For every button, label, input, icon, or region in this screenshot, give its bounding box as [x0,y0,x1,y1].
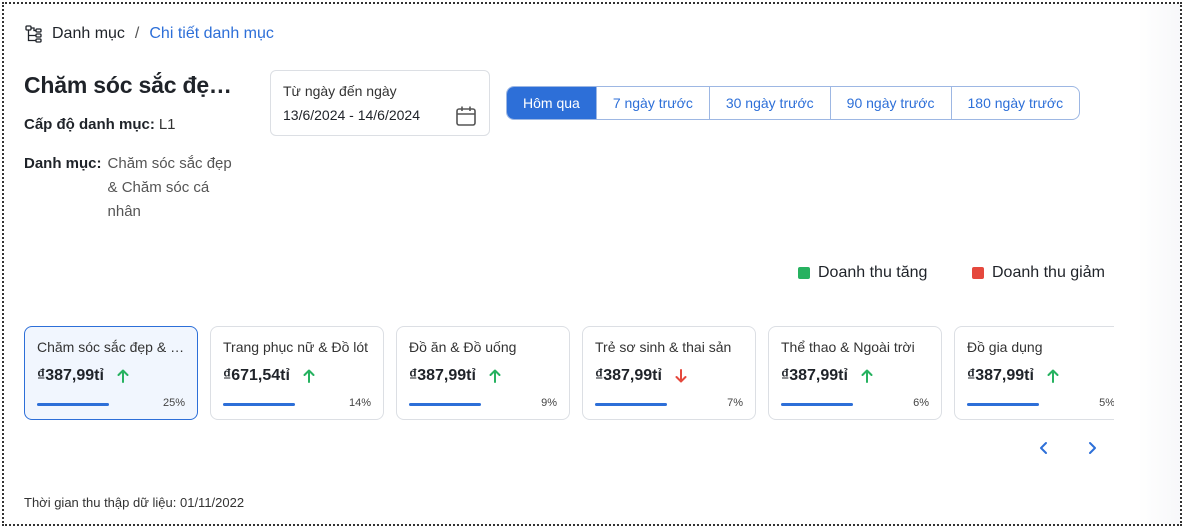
calendar-icon[interactable] [455,105,477,127]
card-name: Trang phục nữ & Đồ lót [223,339,369,355]
category-level-label: Cấp độ danh mục: [24,116,155,133]
data-collection-time: Thời gian thu thập dữ liệu: 01/11/2022 [24,495,245,510]
tab-90-days[interactable]: 90 ngày trước [829,87,951,119]
card-name: Chăm sóc sắc đẹp & Chăm sóc cá nhân [37,339,185,355]
page-frame: Danh mục / Chi tiết danh mục Chăm sóc sắ… [2,2,1182,526]
legend-decrease: Doanh thu giảm [972,264,1105,282]
card-name: Đồ ăn & Đồ uống [409,339,517,355]
card-share-fill [409,403,481,406]
card-percent: 9% [541,397,557,409]
page-title: Chăm sóc sắc đẹp & Chăm sóc cá nhân [24,72,244,98]
category-path: Danh mục: Chăm sóc sắc đẹp & Chăm sóc cá… [24,152,238,224]
tab-7-days[interactable]: 7 ngày trước [595,87,709,119]
trend-up-icon [488,368,502,384]
card-percent: 14% [348,397,371,409]
legend-increase: Doanh thu tăng [798,264,927,282]
card-share-fill [781,403,853,406]
trend-up-icon [116,368,130,384]
card-percent: 7% [727,397,743,409]
card-share-bar [409,403,481,406]
category-card[interactable]: Trẻ sơ sinh & thai sản ₫387,99tỉ 7% [582,326,756,420]
chevron-left-icon[interactable] [1034,438,1054,458]
category-level-value: L1 [158,116,176,133]
trend-up-icon [302,368,316,384]
card-value: ₫671,54tỉ [223,367,290,384]
tab-180-days[interactable]: 180 ngày trước [950,87,1080,119]
date-range-label: Từ ngày đến ngày [283,83,397,99]
card-name: Thể thao & Ngoài trời [781,339,915,355]
chevron-right-icon[interactable] [1082,438,1102,458]
card-share-bar [37,403,109,406]
breadcrumb: Danh mục / Chi tiết danh mục [24,24,274,44]
category-level: Cấp độ danh mục: L1 [24,116,176,133]
card-value-row: ₫671,54tỉ [223,367,371,385]
date-range-value[interactable]: 13/6/2024 - 14/6/2024 [283,107,477,123]
card-value: ₫387,99tỉ [37,367,104,384]
category-card[interactable]: Đồ gia dụng ₫387,99tỉ 5% [954,326,1114,420]
card-value-row: ₫387,99tỉ [967,367,1114,385]
trend-up-icon [860,368,874,384]
category-card[interactable]: Trang phục nữ & Đồ lót ₫671,54tỉ 14% [210,326,384,420]
legend-decrease-swatch [972,267,984,279]
card-percent: 6% [913,397,929,409]
category-card[interactable]: Thể thao & Ngoài trời ₫387,99tỉ 6% [768,326,942,420]
card-value: ₫387,99tỉ [595,367,662,384]
category-card[interactable]: Đồ ăn & Đồ uống ₫387,99tỉ 9% [396,326,570,420]
card-percent: 5% [1099,397,1114,409]
card-share-bar [781,403,853,406]
tab-30-days[interactable]: 30 ngày trước [708,87,830,119]
legend-increase-swatch [798,267,810,279]
card-value: ₫387,99tỉ [967,367,1034,384]
card-share-bar [967,403,1039,406]
card-value: ₫387,99tỉ [781,367,848,384]
card-share-fill [37,403,109,406]
trend-down-icon [674,368,688,384]
category-path-label: Danh mục: [24,155,102,172]
date-range-picker[interactable]: Từ ngày đến ngày 13/6/2024 - 14/6/2024 [270,70,490,136]
card-value-row: ₫387,99tỉ [37,367,185,385]
category-card[interactable]: Chăm sóc sắc đẹp & Chăm sóc cá nhân ₫387… [24,326,198,420]
card-value-row: ₫387,99tỉ [781,367,929,385]
category-tree-icon [24,24,44,44]
card-value: ₫387,99tỉ [409,367,476,384]
trend-up-icon [1046,368,1060,384]
card-share-fill [223,403,295,406]
legend-increase-label: Doanh thu tăng [818,264,928,281]
card-share-bar [595,403,667,406]
card-percent: 25% [162,397,185,409]
category-path-value: Chăm sóc sắc đẹp & Chăm sóc cá nhân [107,155,232,220]
legend-decrease-label: Doanh thu giảm [992,264,1105,281]
breadcrumb-current[interactable]: Chi tiết danh mục [149,25,274,43]
breadcrumb-separator: / [134,25,140,42]
category-card-list: Chăm sóc sắc đẹp & Chăm sóc cá nhân ₫387… [24,326,1114,422]
card-value-row: ₫387,99tỉ [409,367,557,385]
breadcrumb-root[interactable]: Danh mục [52,25,125,43]
card-share-fill [967,403,1039,406]
period-tabs: Hôm qua 7 ngày trước 30 ngày trước 90 ng… [506,86,1081,120]
card-name: Trẻ sơ sinh & thai sản [595,339,732,355]
scroll-shade [1138,4,1180,524]
card-value-row: ₫387,99tỉ [595,367,743,385]
tab-yesterday[interactable]: Hôm qua [507,87,596,119]
card-share-bar [223,403,295,406]
card-share-fill [595,403,667,406]
card-name: Đồ gia dụng [967,339,1043,355]
